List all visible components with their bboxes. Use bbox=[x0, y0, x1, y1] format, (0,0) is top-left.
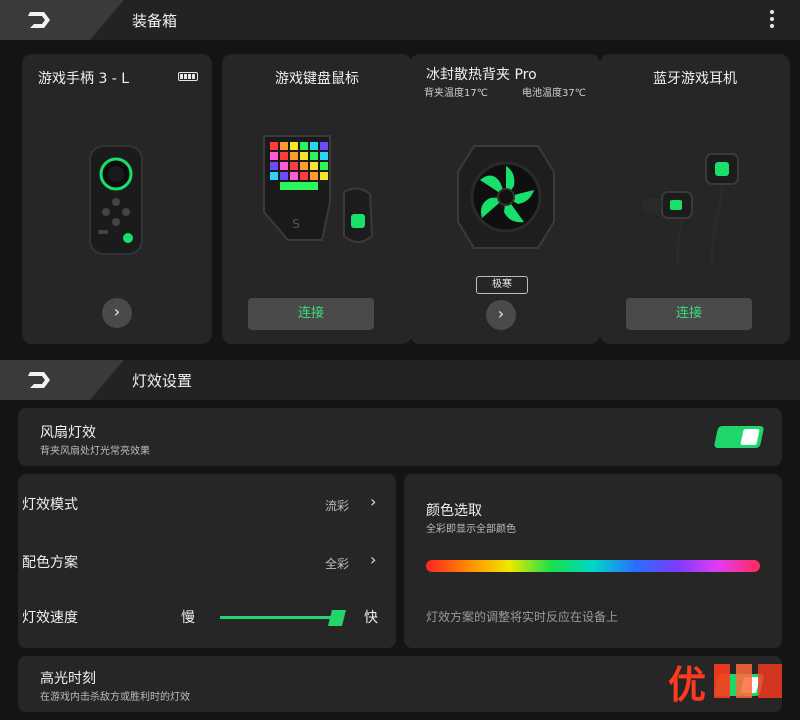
connect-keyboard-button[interactable]: 连接 bbox=[248, 298, 374, 330]
lighting-logo-icon[interactable] bbox=[24, 368, 54, 392]
keyboard-mouse-image: S bbox=[263, 135, 374, 243]
back-logo-icon[interactable] bbox=[24, 8, 54, 32]
fan-light-desc: 背夹风扇处灯光常亮效果 bbox=[40, 446, 150, 457]
device-card-cooler: 冰封散热背夹 Pro 背夹温度17℃ 电池温度37℃ 极寒 › bbox=[410, 54, 600, 344]
fan-light-toggle[interactable] bbox=[713, 426, 765, 448]
device-card-keyboard-mouse: 游戏键盘鼠标 S 连接 bbox=[222, 54, 412, 344]
device-card-earphones: 蓝牙游戏耳机 连接 bbox=[600, 54, 790, 344]
battery-icon bbox=[178, 72, 198, 81]
color-scheme-label: 配色方案 bbox=[22, 555, 78, 571]
highlight-title: 高光时刻 bbox=[40, 671, 96, 687]
fan-light-title: 风扇灯效 bbox=[40, 425, 96, 441]
speed-fast-label: 快 bbox=[364, 610, 378, 626]
gamepad-image bbox=[89, 145, 143, 255]
watermark-char: 优 bbox=[668, 663, 707, 707]
light-mode-label: 灯效模式 bbox=[22, 497, 78, 513]
color-pick-desc: 全彩即显示全部颜色 bbox=[426, 524, 516, 535]
speed-slider-track[interactable] bbox=[220, 616, 340, 619]
lighting-back-area[interactable] bbox=[0, 360, 124, 400]
page-title: 装备箱 bbox=[132, 12, 178, 30]
device-name: 游戏键盘鼠标 bbox=[275, 71, 359, 87]
color-pick-title: 颜色选取 bbox=[426, 503, 482, 519]
earphones-image bbox=[642, 153, 739, 265]
fan-light-panel: 风扇灯效 背夹风扇处灯光常亮效果 bbox=[18, 408, 782, 466]
cooler-detail-button[interactable]: › bbox=[486, 300, 516, 330]
cooler-image bbox=[457, 145, 555, 249]
cooling-mode-tag[interactable]: 极寒 bbox=[476, 276, 528, 294]
highlight-desc: 在游戏内击杀敌方或胜利时的灯效 bbox=[40, 692, 190, 703]
more-vertical-icon[interactable] bbox=[766, 7, 778, 33]
svg-text:S: S bbox=[292, 217, 300, 231]
watermark-logo: 优 bbox=[668, 654, 788, 707]
speed-slow-label: 慢 bbox=[181, 610, 195, 626]
back-area[interactable] bbox=[0, 0, 124, 40]
device-card-gamepad: 游戏手柄 3 - L › bbox=[22, 54, 212, 344]
device-name: 冰封散热背夹 Pro bbox=[426, 67, 537, 83]
light-speed-label: 灯效速度 bbox=[22, 610, 78, 626]
watermark-mark bbox=[714, 664, 782, 698]
device-name: 蓝牙游戏耳机 bbox=[653, 71, 737, 87]
color-pick-note: 灯效方案的调整将实时反应在设备上 bbox=[426, 610, 619, 624]
gamepad-detail-button[interactable]: › bbox=[102, 298, 132, 328]
lighting-bar: 灯效设置 bbox=[0, 360, 800, 400]
top-bar: 装备箱 bbox=[0, 0, 800, 40]
connect-earphones-button[interactable]: 连接 bbox=[626, 298, 752, 330]
lighting-title: 灯效设置 bbox=[132, 372, 193, 390]
back-temperature: 背夹温度17℃ bbox=[424, 88, 488, 99]
color-spectrum-slider[interactable] bbox=[426, 560, 760, 572]
battery-temperature: 电池温度37℃ bbox=[522, 88, 586, 99]
